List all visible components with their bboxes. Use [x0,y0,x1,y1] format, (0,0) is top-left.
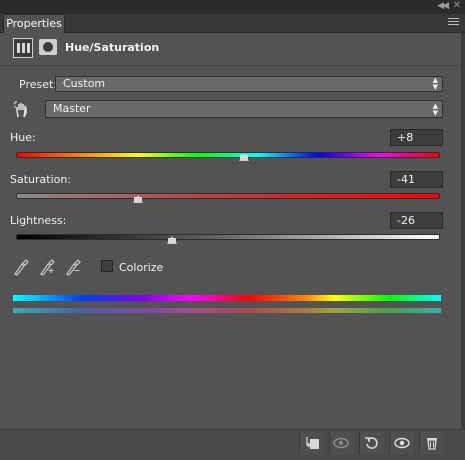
panel-footer [0,429,465,460]
lightness-slider-thumb[interactable] [167,236,178,244]
saturation-slider-thumb[interactable] [133,195,144,203]
preset-dropdown[interactable]: Custom ▲ ▼ [55,76,443,92]
output-color-spectrum [13,308,441,313]
channel-value: Master [53,102,91,115]
panel-titlebar: ◀◀ ✕ [0,0,465,14]
layer-mask-icon[interactable] [39,39,57,55]
view-previous-state-icon [333,437,349,449]
lightness-slider-track[interactable] [16,234,440,240]
clip-to-layer-icon [306,437,319,449]
reset-icon [365,437,378,449]
colorize-label: Colorize [119,261,164,274]
eyedropper-icon[interactable] [13,258,29,276]
preset-label: Preset: [19,78,58,91]
hue-slider-track[interactable] [16,152,440,158]
saturation-slider-track[interactable] [16,193,440,199]
panel-menu-icon[interactable] [448,18,459,27]
hue-label: Hue: [10,131,36,144]
close-panel-icon[interactable]: ✕ [453,0,461,11]
saturation-input[interactable]: -41 [390,171,443,188]
lightness-label: Lightness: [10,214,67,227]
trash-icon [427,438,437,450]
eye-icon [394,437,410,449]
adjustment-header: Hue/Saturation [0,33,465,66]
adjustment-title: Hue/Saturation [65,41,160,54]
dropdown-arrows-icon: ▲ ▼ [432,102,438,117]
eyedropper-add-icon[interactable] [39,258,55,276]
adjustment-layer-icon[interactable] [13,38,33,58]
colorize-checkbox[interactable] [101,260,113,272]
lightness-input[interactable]: -26 [390,212,443,229]
clip-to-layer-button[interactable] [299,432,324,454]
tab-properties[interactable]: Properties [3,14,65,33]
reset-defaults-button[interactable] [359,432,384,454]
tab-row: Properties [0,14,465,33]
channel-dropdown[interactable]: Master ▲ ▼ [45,100,443,118]
dropdown-arrows-icon: ▲ ▼ [432,76,438,91]
input-color-spectrum [13,295,441,301]
preset-value: Custom [63,77,106,90]
hue-input[interactable]: +8 [390,129,443,146]
collapse-panel-icon[interactable]: ◀◀ [437,1,449,11]
toggle-visibility-button[interactable] [389,432,414,454]
saturation-label: Saturation: [10,173,72,186]
panel-right-edge [461,33,465,429]
delete-layer-button[interactable] [419,432,444,454]
eyedropper-subtract-icon[interactable] [65,258,81,276]
targeted-adjustment-hand-icon[interactable] [13,101,31,119]
hue-slider-thumb[interactable] [238,153,249,161]
view-previous-state-button[interactable] [329,432,354,454]
